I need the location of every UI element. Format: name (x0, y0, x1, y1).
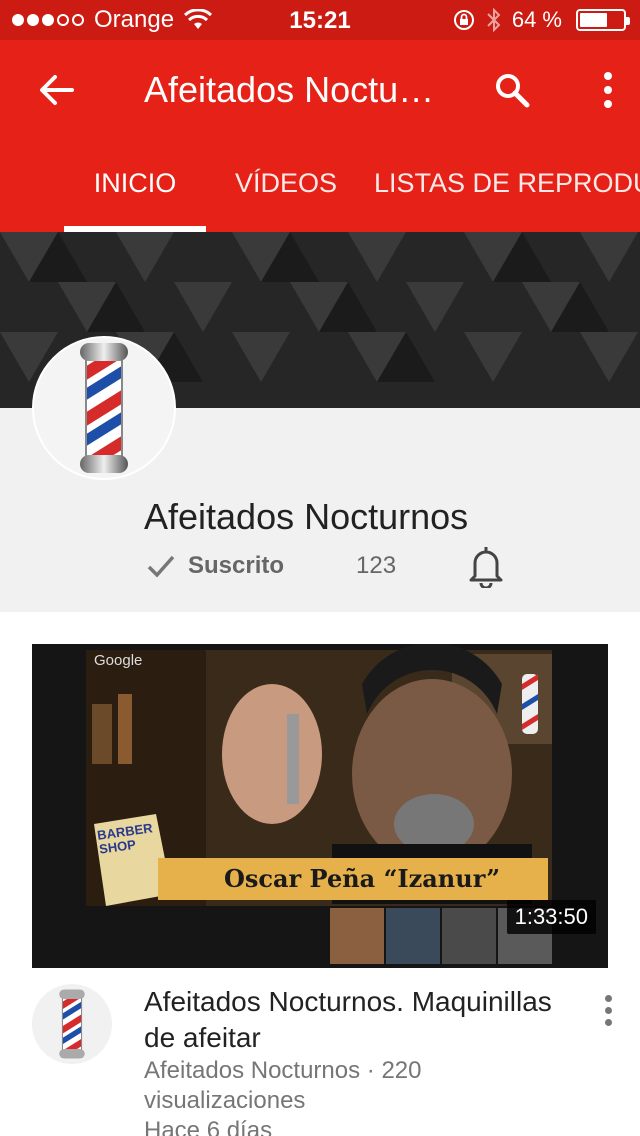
battery-percent: 64 % (511, 7, 562, 32)
search-icon (496, 74, 530, 108)
video-more-button[interactable] (596, 990, 620, 1030)
barber-pole-icon (80, 343, 128, 473)
video-age: Hace 6 días (144, 1117, 273, 1136)
bell-icon (469, 547, 503, 590)
app-bar: Afeitados Noctu… INICIO VÍDEOS LISTAS DE… (0, 40, 640, 232)
tab-bar: INICIO VÍDEOS LISTAS DE REPRODUCCIÓN (0, 160, 640, 232)
more-vert-icon (604, 72, 612, 80)
video-title[interactable]: Afeitados Nocturnos. Maquinillas de afei… (144, 984, 584, 1056)
channel-avatar[interactable] (32, 336, 176, 480)
check-icon (147, 555, 175, 578)
thumbnail-caption: Oscar Peña “Izanur” (223, 864, 501, 893)
more-vert-icon (604, 994, 612, 1002)
arrow-left-icon (40, 75, 74, 105)
video-meta: Afeitados Nocturnos · 220 visualizacione… (144, 1056, 584, 1136)
tab-inicio[interactable]: INICIO (64, 160, 206, 232)
back-button[interactable] (30, 68, 82, 112)
video-duration: 1:33:50 (506, 900, 596, 934)
tab-listas[interactable]: LISTAS DE REPRODUCCIÓN (374, 160, 640, 232)
video-thumbnail[interactable]: Google BARBER SHOP Oscar Peña “Izanur” 1… (32, 644, 608, 968)
section-divider (0, 612, 640, 644)
status-bar: Orange 15:21 64 % (0, 0, 640, 40)
subscribed-label: Suscrito (188, 552, 285, 579)
app-title: Afeitados Noctu… (144, 69, 435, 110)
search-button[interactable] (488, 66, 536, 114)
bluetooth-icon (487, 7, 501, 33)
more-options-button[interactable] (588, 66, 628, 114)
subscribed-button[interactable]: Suscrito (146, 548, 284, 584)
video-channel-views: Afeitados Nocturnos · 220 visualizacione… (144, 1057, 422, 1114)
thumbnail-brand: Google (94, 652, 143, 669)
notification-bell-button[interactable] (466, 544, 506, 590)
channel-name: Afeitados Nocturnos (144, 496, 469, 537)
tab-videos[interactable]: VÍDEOS (218, 160, 354, 232)
barber-pole-icon (59, 989, 85, 1059)
orientation-lock-icon (453, 10, 474, 30)
subscriber-count: 123 (356, 552, 397, 579)
video-channel-avatar[interactable] (32, 984, 112, 1064)
battery-icon (576, 9, 630, 31)
